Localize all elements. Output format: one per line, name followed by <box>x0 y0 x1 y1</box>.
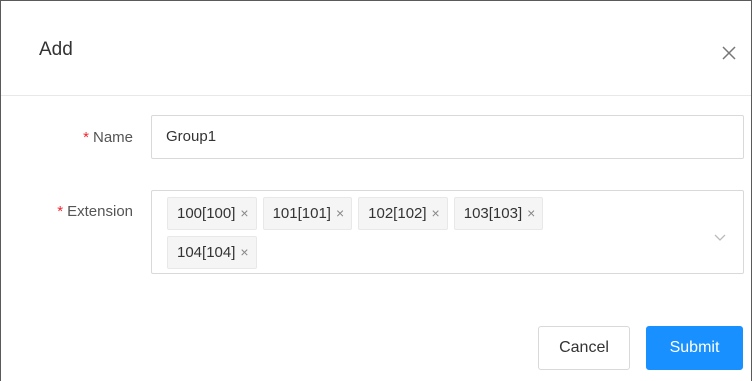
extension-tags: 100[100] × 101[101] × 102[102] × 103[103] × 104[… <box>167 197 687 275</box>
extension-tag: 100[100] × <box>167 197 257 230</box>
tag-remove-icon[interactable]: × <box>527 198 535 229</box>
close-icon[interactable] <box>719 43 739 63</box>
extension-select[interactable]: 100[100] × 101[101] × 102[102] × 103[103] × 104[… <box>151 190 744 274</box>
dialog-header: Add <box>1 1 751 96</box>
extension-tag: 104[104] × <box>167 236 257 269</box>
chevron-down-icon[interactable] <box>713 229 727 241</box>
tag-remove-icon[interactable]: × <box>240 237 248 268</box>
name-input[interactable]: Group1 <box>151 115 744 159</box>
tag-remove-icon[interactable]: × <box>432 198 440 229</box>
extension-tag: 102[102] × <box>358 197 448 230</box>
extension-label-text: Extension <box>67 203 133 220</box>
add-dialog: Add * Name Group1 * Extension 100[100] × 101… <box>0 0 752 381</box>
extension-tag: 101[101] × <box>262 197 353 230</box>
tag-remove-icon[interactable]: × <box>336 198 344 229</box>
name-label-text: Name <box>92 129 133 146</box>
tag-label: 100[100] <box>177 205 236 222</box>
tag-label: 103[103] <box>463 205 523 222</box>
cancel-button[interactable]: Cancel <box>538 326 630 370</box>
tag-label: 102[102] <box>368 205 427 222</box>
extension-tag: 103[103] × <box>453 197 544 230</box>
required-mark: * <box>57 203 64 220</box>
name-label: * Name <box>83 129 133 146</box>
extension-label: * Extension <box>57 203 133 220</box>
submit-button[interactable]: Submit <box>646 326 743 370</box>
required-mark: * <box>83 129 89 146</box>
tag-label: 101[101] <box>272 205 331 222</box>
dialog-title: Add <box>39 39 73 60</box>
tag-label: 104[104] <box>177 244 236 261</box>
tag-remove-icon[interactable]: × <box>240 198 248 229</box>
